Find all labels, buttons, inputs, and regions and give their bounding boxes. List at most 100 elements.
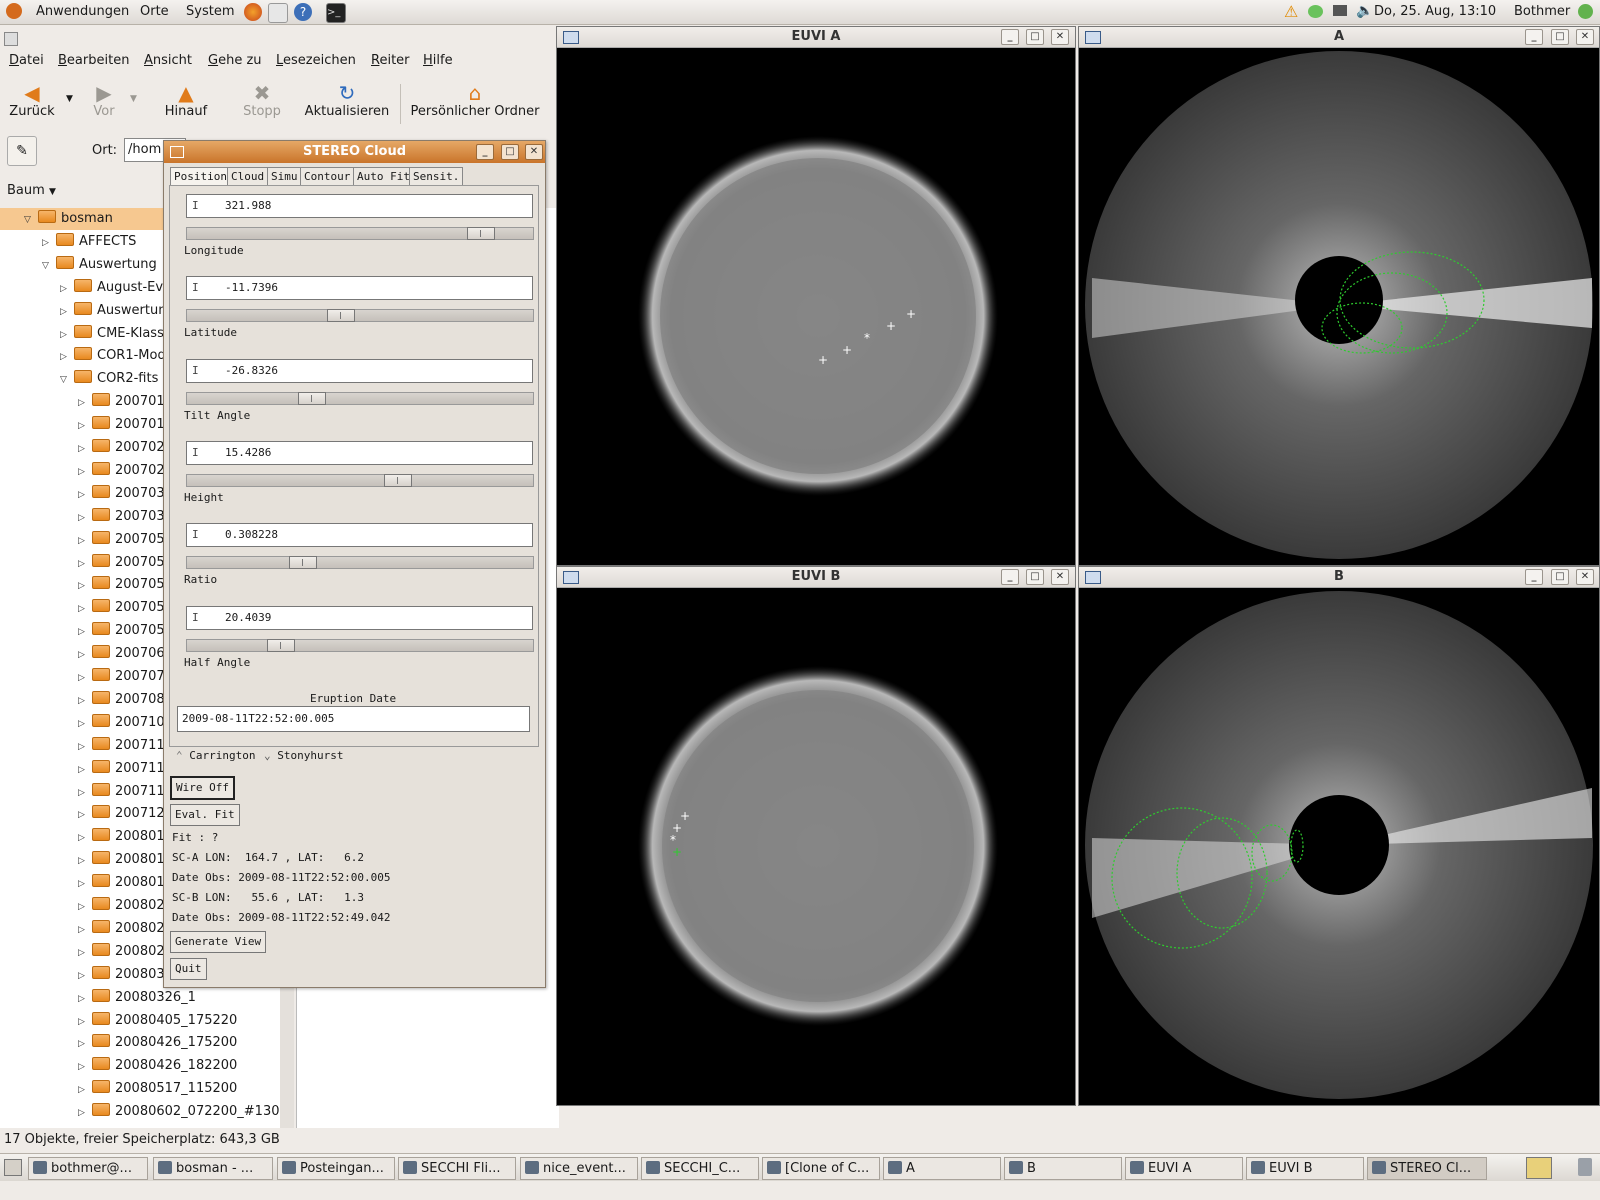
expander-closed-icon[interactable]: ▷ xyxy=(78,1011,92,1033)
param-field[interactable]: I 15.4286 xyxy=(186,440,533,465)
cor2-a-image[interactable] xyxy=(1082,48,1596,562)
minimize-icon[interactable]: _ xyxy=(1001,29,1019,45)
wire-off-button[interactable]: Wire Off xyxy=(170,776,235,800)
dialog-menu-icon[interactable] xyxy=(170,146,184,158)
menu-system[interactable]: System xyxy=(186,4,234,19)
menu-lesezeichen[interactable]: Lesezeichen xyxy=(276,53,356,68)
close-icon[interactable]: ✕ xyxy=(1051,29,1069,45)
tab-auto-fit[interactable]: Auto Fit xyxy=(353,167,414,186)
help-icon[interactable]: ? xyxy=(294,3,312,21)
expander-closed-icon[interactable]: ▷ xyxy=(78,1033,92,1055)
taskbar-button[interactable]: Posteingan... xyxy=(277,1157,395,1180)
firefox-icon[interactable] xyxy=(244,3,262,21)
param-slider[interactable] xyxy=(186,309,534,323)
maximize-icon[interactable]: □ xyxy=(1026,29,1044,45)
tab-sensit[interactable]: Sensit. xyxy=(409,167,464,186)
taskbar-button[interactable]: EUVI B xyxy=(1246,1157,1364,1180)
expander-closed-icon[interactable]: ▷ xyxy=(78,736,92,758)
taskbar-button[interactable]: bosman - ... xyxy=(153,1157,273,1180)
clock[interactable]: Do, 25. Aug, 13:10 xyxy=(1374,4,1496,19)
expander-closed-icon[interactable]: ▷ xyxy=(78,484,92,506)
expander-open-icon[interactable]: ▽ xyxy=(60,369,74,391)
stop-button[interactable]: ✖ Stopp xyxy=(240,82,284,119)
window-menu-icon[interactable] xyxy=(1085,31,1101,44)
monitor-icon[interactable] xyxy=(1333,5,1347,16)
minimize-icon[interactable]: _ xyxy=(1525,569,1543,585)
eval-fit-button[interactable]: Eval. Fit xyxy=(170,804,240,826)
expander-closed-icon[interactable]: ▷ xyxy=(78,438,92,460)
user-status-icon[interactable] xyxy=(1578,4,1593,19)
tree-row[interactable]: ▷ 20080326_1 xyxy=(0,987,280,1010)
euvi-a-titlebar[interactable]: EUVI A _ □ ✕ xyxy=(557,27,1075,48)
taskbar-button[interactable]: STEREO Cl... xyxy=(1367,1157,1487,1180)
taskbar-button[interactable]: bothmer@... xyxy=(28,1157,148,1180)
mail-icon[interactable] xyxy=(268,3,288,23)
tab-simu[interactable]: Simu xyxy=(267,167,302,186)
show-desktop-icon[interactable] xyxy=(4,1159,22,1176)
expander-closed-icon[interactable]: ▷ xyxy=(42,232,56,254)
expander-closed-icon[interactable]: ▷ xyxy=(78,988,92,1010)
close-icon[interactable]: ✕ xyxy=(1576,29,1594,45)
window-menu-icon[interactable] xyxy=(4,32,18,46)
menu-places[interactable]: Orte xyxy=(140,4,169,19)
menu-bearbeiten[interactable]: Bearbeiten xyxy=(58,53,129,68)
user-name[interactable]: Bothmer xyxy=(1514,4,1570,19)
maximize-icon[interactable]: □ xyxy=(501,144,519,160)
expander-closed-icon[interactable]: ▷ xyxy=(78,530,92,552)
taskbar-button[interactable]: A xyxy=(883,1157,1001,1180)
expander-closed-icon[interactable]: ▷ xyxy=(78,690,92,712)
expander-closed-icon[interactable]: ▷ xyxy=(60,301,74,323)
cor2-a-titlebar[interactable]: A _ □ ✕ xyxy=(1079,27,1599,48)
taskbar-button[interactable]: SECCHI_C... xyxy=(641,1157,759,1180)
slider-thumb[interactable] xyxy=(466,227,495,240)
dialog-titlebar[interactable]: STEREO Cloud _ □ ✕ xyxy=(164,141,545,163)
taskbar-button[interactable]: [Clone of C... xyxy=(762,1157,880,1180)
trash-icon[interactable] xyxy=(1578,1158,1592,1176)
expander-closed-icon[interactable]: ▷ xyxy=(78,1079,92,1101)
home-folder-button[interactable]: ⌂ Persönlicher Ordner xyxy=(410,82,540,119)
param-slider[interactable] xyxy=(186,473,534,487)
volume-icon[interactable]: 🔈 xyxy=(1356,3,1373,19)
warning-icon[interactable]: ⚠ xyxy=(1284,2,1298,21)
window-menu-icon[interactable] xyxy=(1085,571,1101,584)
expander-closed-icon[interactable]: ▷ xyxy=(78,827,92,849)
param-field[interactable]: I -26.8326 xyxy=(186,358,533,383)
taskbar-button[interactable]: B xyxy=(1004,1157,1122,1180)
expander-closed-icon[interactable]: ▷ xyxy=(60,346,74,368)
menu-gehe-zu[interactable]: Gehe zu xyxy=(208,53,262,68)
param-slider[interactable] xyxy=(186,227,534,240)
maximize-icon[interactable]: □ xyxy=(1026,569,1044,585)
ubuntu-logo-icon[interactable] xyxy=(6,3,22,19)
edit-location-icon[interactable]: ✎ xyxy=(7,136,37,166)
window-menu-icon[interactable] xyxy=(563,31,579,44)
expander-closed-icon[interactable]: ▷ xyxy=(78,873,92,895)
network-icon[interactable] xyxy=(1308,5,1323,18)
taskbar-button[interactable]: nice_event... xyxy=(520,1157,638,1180)
tree-row[interactable]: ▷ 20080517_115200 xyxy=(0,1078,280,1101)
expander-closed-icon[interactable]: ▷ xyxy=(78,965,92,987)
expander-closed-icon[interactable]: ▷ xyxy=(78,667,92,689)
menu-ansicht[interactable]: Ansicht xyxy=(144,53,192,68)
expander-closed-icon[interactable]: ▷ xyxy=(78,644,92,666)
quit-button[interactable]: Quit xyxy=(170,958,207,980)
menu-applications[interactable]: Anwendungen xyxy=(36,4,129,19)
tab-cloud[interactable]: Cloud xyxy=(227,167,269,186)
expander-closed-icon[interactable]: ▷ xyxy=(78,575,92,597)
menu-datei[interactable]: Datei xyxy=(9,53,44,68)
stonyhurst-radio[interactable]: ⌄ Stonyhurst xyxy=(264,749,343,762)
expander-closed-icon[interactable]: ▷ xyxy=(78,919,92,941)
minimize-icon[interactable]: _ xyxy=(1525,29,1543,45)
slider-thumb[interactable] xyxy=(288,556,317,570)
euvi-b-image[interactable]: ++* + xyxy=(560,588,1072,1100)
slider-thumb[interactable] xyxy=(384,473,413,487)
up-button[interactable]: ▲ Hinauf xyxy=(164,82,208,119)
tab-position[interactable]: Position xyxy=(170,167,231,186)
minimize-icon[interactable]: _ xyxy=(476,144,494,160)
expander-closed-icon[interactable]: ▷ xyxy=(78,759,92,781)
sidebar-mode-dropdown[interactable]: Baum ▼ xyxy=(0,178,167,204)
close-icon[interactable]: ✕ xyxy=(525,144,543,160)
expander-closed-icon[interactable]: ▷ xyxy=(78,782,92,804)
expander-closed-icon[interactable]: ▷ xyxy=(60,278,74,300)
cor2-b-titlebar[interactable]: B _ □ ✕ xyxy=(1079,567,1599,588)
expander-open-icon[interactable]: ▽ xyxy=(42,255,56,277)
